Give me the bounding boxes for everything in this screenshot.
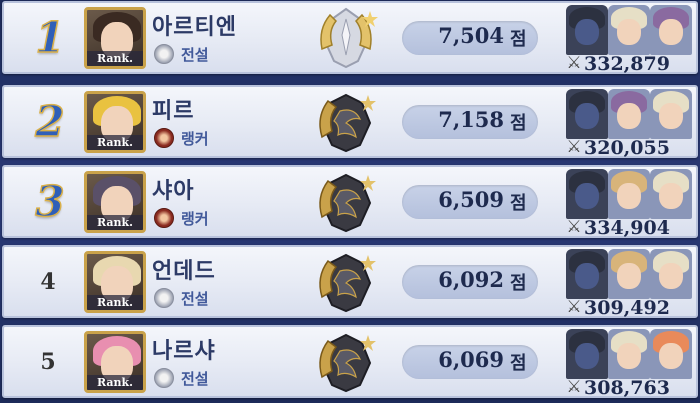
hero-portrait[interactable] <box>608 169 650 219</box>
crossed-swords-icon: ⚔ <box>566 217 582 236</box>
legend-badge-icon <box>154 44 174 64</box>
hero-portrait[interactable] <box>566 249 608 299</box>
ranker-badge-icon <box>154 208 174 228</box>
guild-emblem-icon <box>310 169 382 235</box>
team-power-value: 332,879 <box>584 53 670 75</box>
player-level-tag: Rank. 107 <box>87 215 143 230</box>
hero-face <box>575 343 599 369</box>
score-unit: 점 <box>510 353 527 373</box>
guild-emblem-icon <box>310 5 382 71</box>
hero-face <box>575 263 599 289</box>
player-avatar[interactable]: Rank. 105 <box>84 251 146 313</box>
score-value: 7,504 <box>438 23 504 48</box>
player-level-tag: Rank. 105 <box>87 375 143 390</box>
team-heroes <box>566 169 694 219</box>
rank-number: 5 <box>40 349 56 375</box>
hero-portrait[interactable] <box>650 249 692 299</box>
hero-face <box>575 19 599 45</box>
player-avatar[interactable]: Rank. 107 <box>84 171 146 233</box>
rank-number: 1 <box>35 12 66 63</box>
score-value: 7,158 <box>438 107 504 132</box>
score-unit: 점 <box>510 193 527 213</box>
hero-portrait[interactable] <box>608 329 650 379</box>
score-unit: 점 <box>510 273 527 293</box>
hero-portrait[interactable] <box>650 169 692 219</box>
leaderboard-row[interactable]: 1 Rank. 106 아르티엔 전설 7,504 점 ⚔ 332,879 <box>2 1 698 75</box>
hero-face <box>575 103 599 129</box>
score-value: 6,069 <box>438 347 504 372</box>
hero-face <box>659 183 683 209</box>
hero-portrait[interactable] <box>650 5 692 55</box>
tier-label: 전설 <box>181 291 209 308</box>
guild-emblem-icon <box>310 89 382 155</box>
rank-number: 3 <box>35 176 66 227</box>
crossed-swords-icon: ⚔ <box>566 137 582 156</box>
hero-face <box>659 263 683 289</box>
team-heroes <box>566 89 694 139</box>
hero-portrait[interactable] <box>608 5 650 55</box>
player-name: 피르 <box>152 98 195 123</box>
guild-emblem-icon <box>310 329 382 395</box>
player-level-tag: Rank. 108 <box>87 135 143 150</box>
hero-portrait[interactable] <box>566 329 608 379</box>
hero-face <box>617 19 641 45</box>
player-avatar[interactable]: Rank. 105 <box>84 331 146 393</box>
team-power-value: 309,492 <box>584 297 670 319</box>
hero-face <box>617 343 641 369</box>
hero-portrait[interactable] <box>608 249 650 299</box>
guild-emblem-icon <box>310 249 382 315</box>
team-power-value: 334,904 <box>584 217 670 239</box>
team-power-value: 320,055 <box>584 137 670 159</box>
rank-number: 4 <box>40 269 56 295</box>
leaderboard-row[interactable]: 2 Rank. 108 피르 랭커 7,158 점 ⚔ 320,055 <box>2 85 698 159</box>
hero-portrait[interactable] <box>566 169 608 219</box>
team-heroes <box>566 5 694 55</box>
hero-portrait[interactable] <box>650 89 692 139</box>
leaderboard-row[interactable]: 3 Rank. 107 샤아 랭커 6,509 점 ⚔ 334,904 <box>2 165 698 239</box>
team-power-value: 308,763 <box>584 377 670 399</box>
crossed-swords-icon: ⚔ <box>566 53 582 72</box>
ranker-badge-icon <box>154 128 174 148</box>
hero-face <box>575 183 599 209</box>
player-name: 아르티엔 <box>152 14 237 39</box>
hero-face <box>659 103 683 129</box>
player-level-tag: Rank. 105 <box>87 295 143 310</box>
hero-face <box>659 19 683 45</box>
hero-portrait[interactable] <box>566 5 608 55</box>
rank-number: 2 <box>35 96 66 147</box>
crossed-swords-icon: ⚔ <box>566 297 582 316</box>
score-value: 6,509 <box>438 187 504 212</box>
hero-portrait[interactable] <box>650 329 692 379</box>
tier-label: 랭커 <box>181 211 209 228</box>
leaderboard-row[interactable]: 4 Rank. 105 언데드 전설 6,092 점 ⚔ 309,492 <box>2 245 698 319</box>
team-heroes <box>566 249 694 299</box>
player-avatar[interactable]: Rank. 108 <box>84 91 146 153</box>
score-unit: 점 <box>510 113 527 133</box>
legend-badge-icon <box>154 288 174 308</box>
tier-label: 전설 <box>181 47 209 64</box>
player-name: 나르샤 <box>152 338 216 363</box>
crossed-swords-icon: ⚔ <box>566 377 582 396</box>
hero-face <box>617 103 641 129</box>
leaderboard-list: 1 Rank. 106 아르티엔 전설 7,504 점 ⚔ 332,879 2 … <box>0 0 700 403</box>
legend-badge-icon <box>154 368 174 388</box>
team-heroes <box>566 329 694 379</box>
tier-label: 전설 <box>181 371 209 388</box>
player-avatar[interactable]: Rank. 106 <box>84 7 146 69</box>
hero-face <box>659 343 683 369</box>
leaderboard-row[interactable]: 5 Rank. 105 나르샤 전설 6,069 점 ⚔ 308,763 <box>2 325 698 399</box>
tier-label: 랭커 <box>181 131 209 148</box>
player-name: 언데드 <box>152 258 216 283</box>
hero-portrait[interactable] <box>566 89 608 139</box>
hero-face <box>617 263 641 289</box>
player-name: 샤아 <box>152 178 195 203</box>
score-value: 6,092 <box>438 267 504 292</box>
score-unit: 점 <box>510 29 527 49</box>
hero-face <box>617 183 641 209</box>
hero-portrait[interactable] <box>608 89 650 139</box>
player-level-tag: Rank. 106 <box>87 51 143 66</box>
